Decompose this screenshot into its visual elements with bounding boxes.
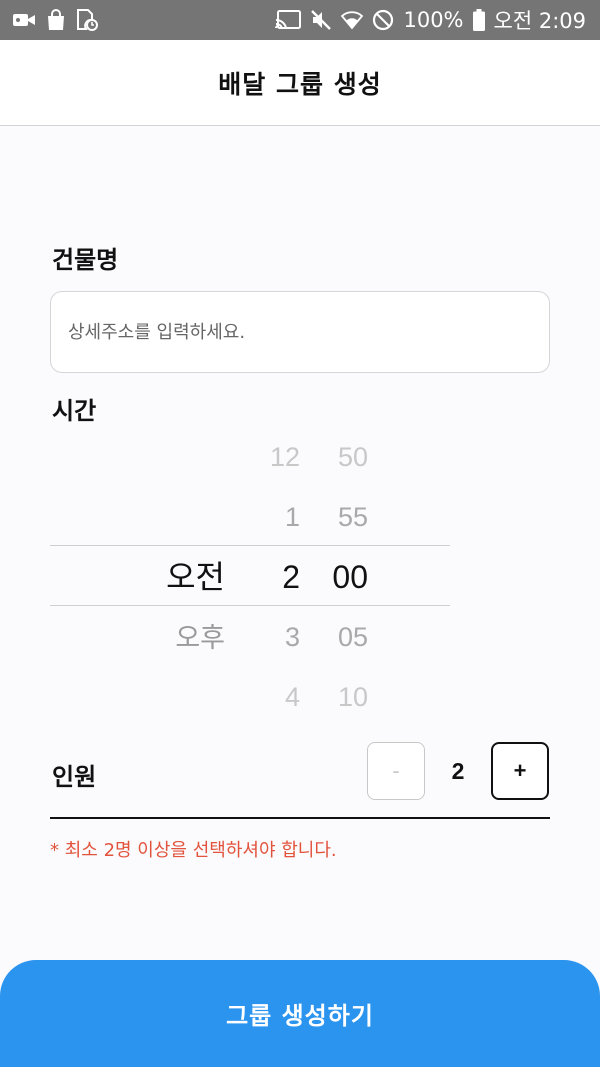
ampm-option[interactable]: 오후 xyxy=(50,605,225,665)
shopping-bag-icon xyxy=(46,9,66,31)
minute-selected[interactable]: 00 xyxy=(320,547,368,607)
ampm-wheel[interactable]: 오전 오후 xyxy=(50,430,225,720)
hour-option[interactable]: 1 xyxy=(245,487,300,547)
people-label: 인원 xyxy=(52,763,97,791)
hour-wheel[interactable]: 12 1 2 3 4 xyxy=(245,430,300,720)
hour-selected[interactable]: 2 xyxy=(245,547,300,607)
hour-option[interactable]: 4 xyxy=(245,667,300,727)
create-group-label: 그룹 생성하기 xyxy=(226,1002,374,1030)
status-left-icons xyxy=(12,9,98,31)
ampm-selected[interactable]: 오전 xyxy=(50,545,225,605)
video-camera-icon xyxy=(12,11,36,29)
battery-percent: 100% xyxy=(403,8,464,32)
hour-option[interactable]: 12 xyxy=(245,427,300,487)
people-divider xyxy=(50,817,550,819)
status-bar: 100% 오전 2:09 xyxy=(0,0,600,40)
wifi-icon xyxy=(341,10,364,30)
building-label: 건물명 xyxy=(52,246,119,274)
page-title: 배달 그룹 생성 xyxy=(218,69,382,99)
cast-icon xyxy=(275,10,302,30)
status-time: 오전 2:09 xyxy=(493,9,586,33)
create-group-button[interactable]: 그룹 생성하기 xyxy=(0,960,600,1067)
app-header: 배달 그룹 생성 xyxy=(0,40,600,126)
status-right-icons: 100% 오전 2:09 xyxy=(275,5,586,35)
minute-option[interactable]: 05 xyxy=(320,607,368,667)
mute-icon xyxy=(310,9,332,31)
time-label: 시간 xyxy=(52,397,97,425)
hour-option[interactable]: 3 xyxy=(245,607,300,667)
minute-option[interactable]: 50 xyxy=(320,427,368,487)
battery-icon xyxy=(472,9,485,31)
time-picker[interactable]: 오전 오후 12 1 2 3 4 50 55 00 05 10 xyxy=(50,430,450,720)
do-not-disturb-icon xyxy=(372,9,394,31)
minute-option[interactable]: 55 xyxy=(320,487,368,547)
people-warning: * 최소 2명 이상을 선택하셔야 합니다. xyxy=(50,840,337,861)
building-input[interactable] xyxy=(50,291,550,373)
people-count: 2 xyxy=(451,757,465,784)
decrease-people-button[interactable]: - xyxy=(367,742,425,800)
increase-people-button[interactable]: + xyxy=(491,742,549,800)
minute-wheel[interactable]: 50 55 00 05 10 xyxy=(320,430,368,720)
minute-option[interactable]: 10 xyxy=(320,667,368,727)
clock-file-icon xyxy=(76,9,98,31)
